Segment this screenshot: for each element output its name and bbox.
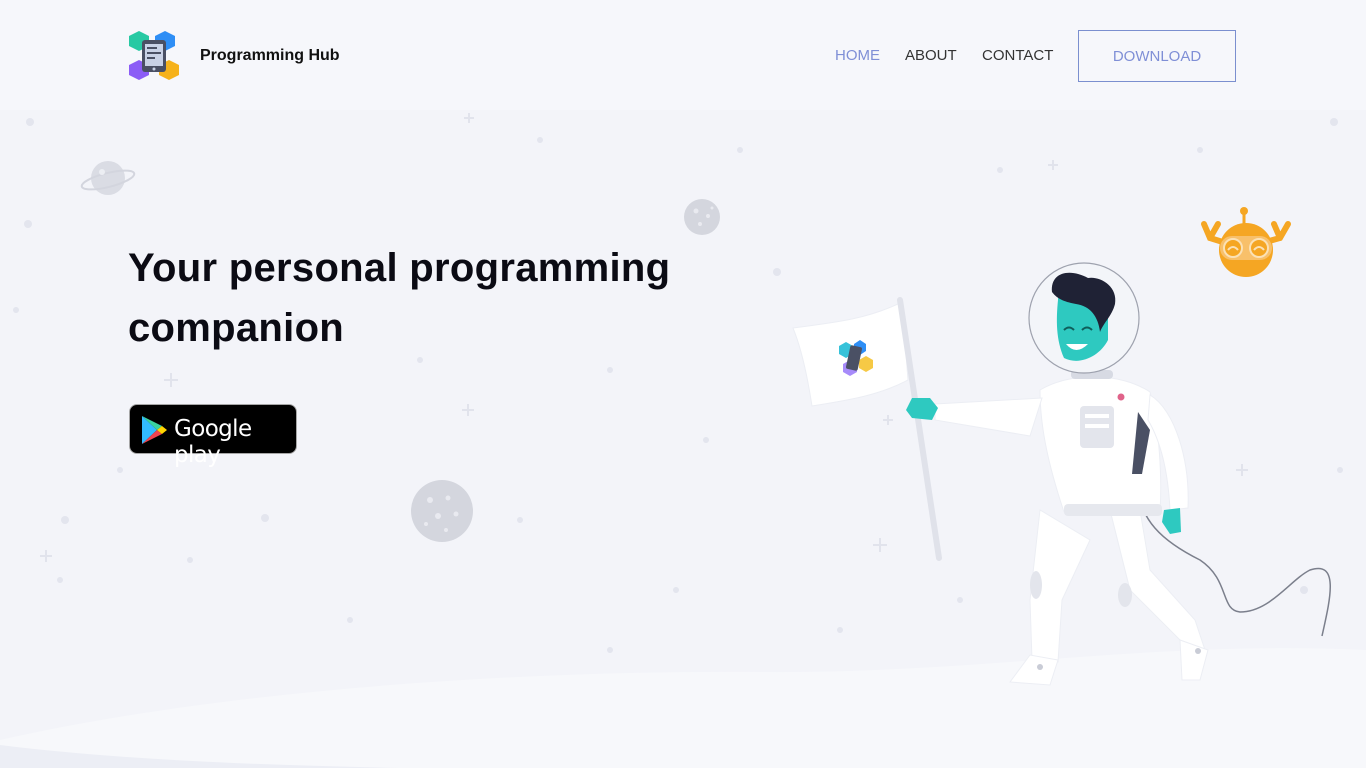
landing-page: Programming Hub HOME ABOUT CONTACT DOWNL… — [0, 0, 1366, 768]
flag — [792, 297, 942, 561]
astronaut — [906, 262, 1209, 686]
flag-pole — [897, 297, 942, 561]
hero-illustration — [792, 207, 1331, 686]
robot-mascot — [1201, 207, 1291, 277]
